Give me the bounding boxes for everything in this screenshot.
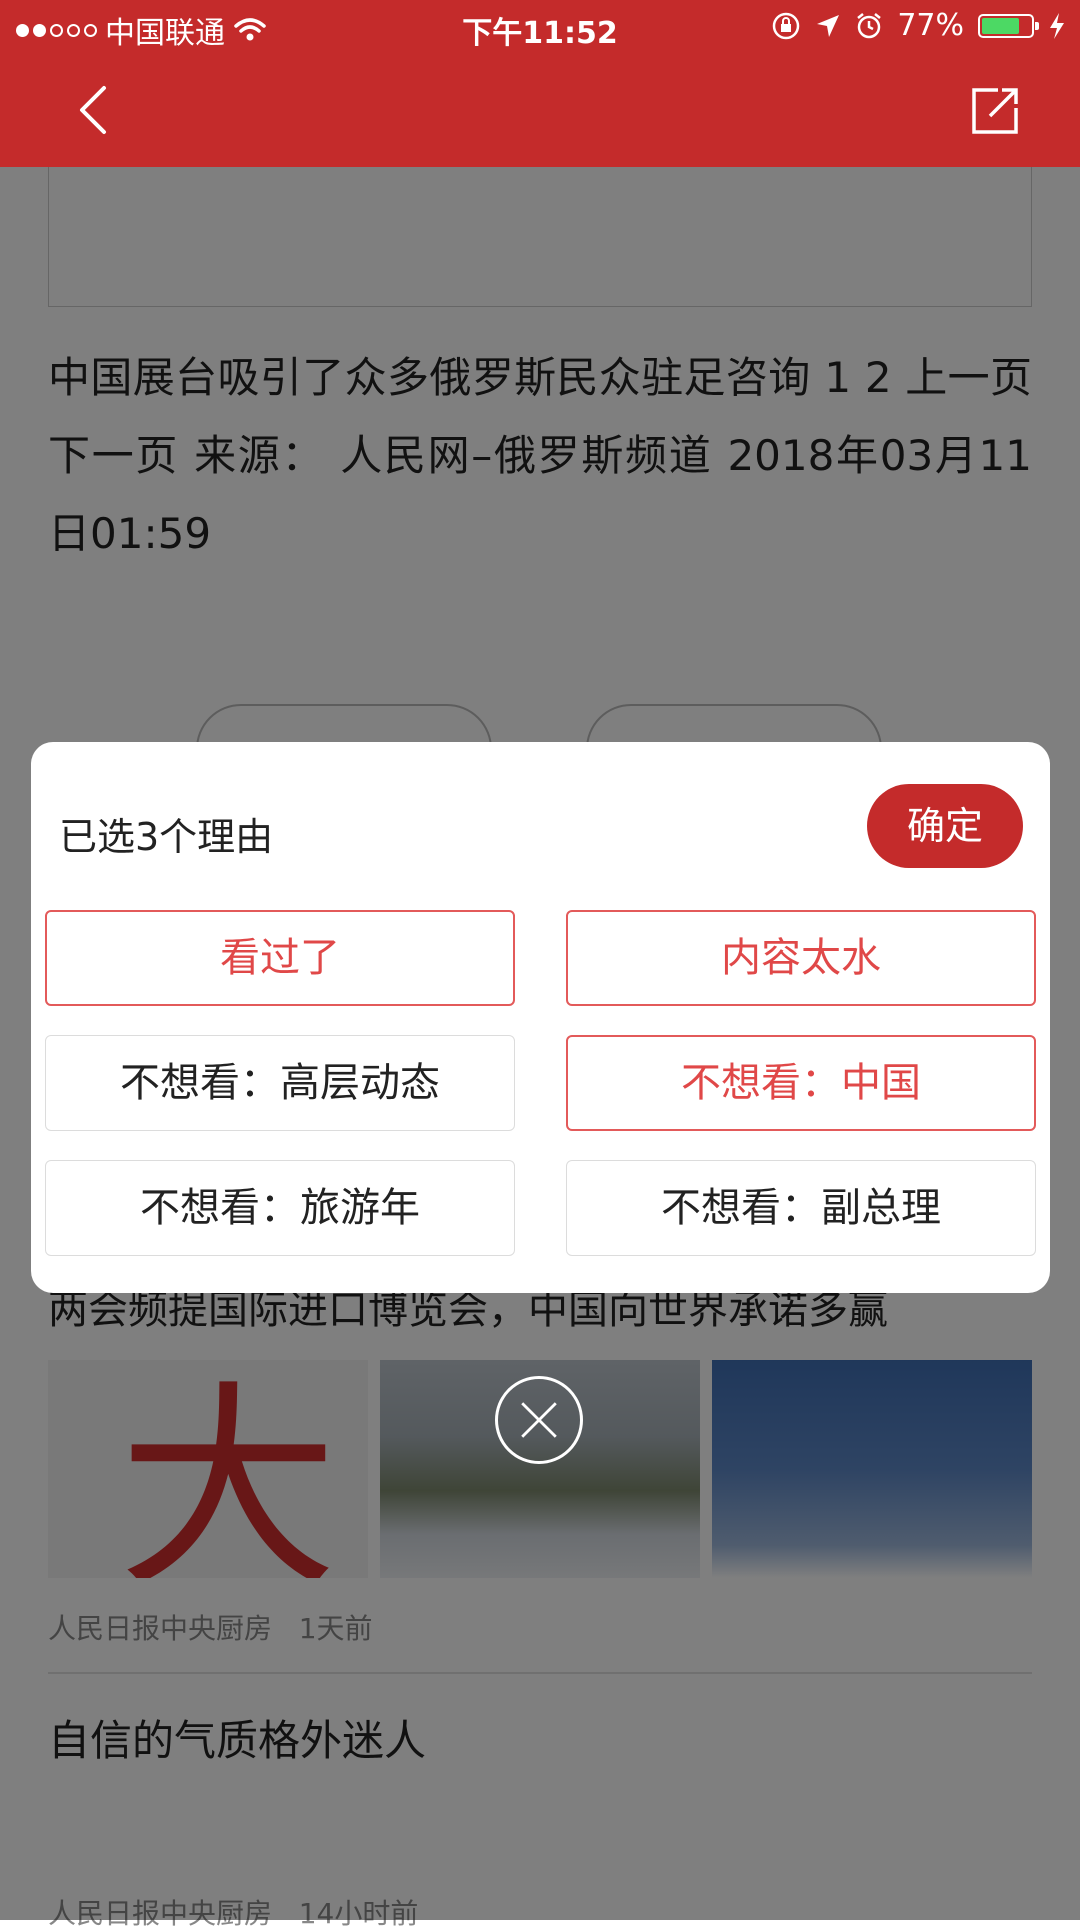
alarm-icon <box>857 12 882 38</box>
reason-option[interactable]: 不想看：旅游年 <box>45 1160 515 1256</box>
share-button[interactable] <box>970 84 1022 136</box>
reason-option[interactable]: 不想看：高层动态 <box>45 1035 515 1131</box>
reason-option[interactable]: 不想看：中国 <box>566 1035 1036 1131</box>
battery-percent: 77% <box>897 8 964 43</box>
rotation-lock-icon <box>773 12 800 39</box>
nav-bar <box>0 54 1080 167</box>
battery-icon <box>978 13 1039 38</box>
location-icon <box>817 14 840 37</box>
close-icon[interactable] <box>495 1376 583 1464</box>
back-button[interactable] <box>70 82 118 138</box>
reason-option[interactable]: 不想看：副总理 <box>566 1160 1036 1256</box>
reason-option[interactable]: 看过了 <box>45 910 515 1006</box>
dislike-reason-dialog: 已选3个理由 确定 看过了 内容太水 不想看：高层动态 不想看：中国 不想看：旅… <box>31 742 1050 1293</box>
status-bar: 中国联通 下午11:52 77% <box>0 0 1080 54</box>
status-right: 77% <box>771 8 1066 43</box>
charging-icon <box>1050 12 1064 39</box>
dialog-title: 已选3个理由 <box>59 815 274 859</box>
confirm-button[interactable]: 确定 <box>867 784 1023 868</box>
reason-option[interactable]: 内容太水 <box>566 910 1036 1006</box>
